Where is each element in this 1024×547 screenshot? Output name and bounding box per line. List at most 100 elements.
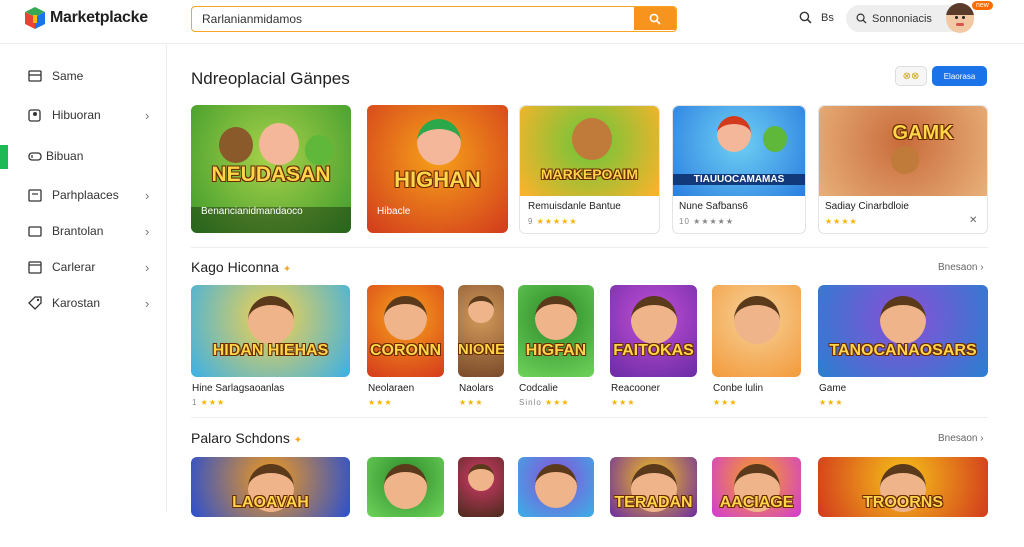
- game-artwork: HIDAN HIEHAS: [191, 285, 350, 377]
- section-divider: [191, 247, 988, 248]
- chevron-right-icon: ›: [145, 187, 150, 203]
- game-artwork: TERADAN: [610, 457, 697, 517]
- sidebar-item-hibuoran[interactable]: Hibuoran ›: [0, 101, 167, 129]
- row3-game-card[interactable]: [367, 457, 444, 547]
- card-caption: Hine Sarlagsaoanlas: [192, 383, 285, 394]
- sidebar: Same Hibuoran › Bibuan Parhplaaces › Bra…: [0, 45, 167, 512]
- row3-see-all-link[interactable]: Bnesaon ›: [938, 433, 984, 444]
- character-figure: [572, 118, 612, 160]
- sidebar-item-brantolan[interactable]: Brantolan ›: [0, 217, 167, 245]
- top-bar: Marketplacke Bs Sonnoniacis new: [0, 0, 1024, 44]
- row2-game-card[interactable]: FAITOKAS Reacooner ★★★: [610, 285, 697, 407]
- search-button[interactable]: [634, 7, 676, 30]
- row2-game-card[interactable]: HIDAN HIEHAS Hine Sarlagsaoanlas 1 ★★★: [191, 285, 350, 407]
- store-icon: [28, 189, 42, 202]
- row3-game-card[interactable]: [458, 457, 504, 547]
- game-artwork: HIGFAN: [518, 285, 594, 377]
- row2-game-card[interactable]: HIGFAN Codcalie Sinlo ★★★: [518, 285, 594, 407]
- avatar[interactable]: [946, 3, 974, 33]
- card-caption: Naolars: [459, 383, 494, 394]
- character-figure: [763, 126, 787, 152]
- game-artwork: TANOCANAOSARS: [818, 285, 988, 377]
- rating-stars: ★★★: [368, 398, 393, 407]
- card-caption: Sadiay Cinarbdloie: [825, 201, 909, 212]
- sidebar-item-label: Parhplaaces: [52, 188, 119, 202]
- row3-game-card[interactable]: TROORNS: [818, 457, 988, 547]
- rating-stars: 10 ★★★★★: [679, 217, 734, 226]
- game-art-title: HIDAN HIEHAS: [212, 342, 329, 360]
- chevron-right-icon: ›: [145, 223, 150, 239]
- game-art-title: MARKEPOAIM: [540, 166, 639, 182]
- game-art-title: TROORNS: [863, 494, 943, 512]
- game-art-title: TANOCANAOSARS: [829, 342, 977, 360]
- game-artwork: TIAUUOCAMAMAS: [673, 106, 805, 196]
- rating-stars: ★★★★: [825, 217, 858, 226]
- card-caption: Hibacle: [377, 206, 411, 217]
- sidebar-item-parhplaaces[interactable]: Parhplaaces ›: [0, 181, 167, 209]
- notification-badge: new: [972, 1, 993, 10]
- character-figure: [305, 135, 333, 165]
- filter-toggle-button[interactable]: ⊗⊗: [895, 66, 927, 86]
- character-figure: [468, 464, 494, 491]
- character-figure: [247, 296, 294, 345]
- game-art-title: GAMK: [892, 122, 954, 144]
- character-figure: [417, 119, 461, 165]
- game-art-title: FAITOKAS: [613, 342, 694, 360]
- logo[interactable]: Marketplacke: [24, 6, 148, 30]
- row3-game-card[interactable]: LAOAVAH: [191, 457, 350, 547]
- game-art-title: NEUDASAN: [211, 163, 331, 186]
- row2-game-card[interactable]: Conbe lulin ★★★: [712, 285, 801, 407]
- row3-game-card[interactable]: [518, 457, 594, 547]
- character-figure: [880, 296, 926, 345]
- row3-game-card[interactable]: TERADAN: [610, 457, 697, 547]
- row3-title: Palaro Schdons ✦: [191, 430, 303, 446]
- character-figure: [535, 464, 577, 509]
- featured-card[interactable]: NEUDASAN Benancianidmandaoco: [191, 105, 351, 233]
- header-secondary-label[interactable]: Bs: [821, 12, 834, 24]
- rating-stars: ★★★: [611, 398, 636, 407]
- rating-stars: ★★★: [713, 398, 738, 407]
- sidebar-item-label: Carlerar: [52, 260, 96, 274]
- featured-card[interactable]: HIGHAN Hibacle: [367, 105, 508, 233]
- view-all-button[interactable]: Elaorasa: [932, 66, 987, 86]
- sidebar-item-label: Hibuoran: [52, 108, 101, 122]
- row2-see-all-link[interactable]: Bnesaon ›: [938, 262, 984, 273]
- game-art-title: AACIAGE: [719, 494, 794, 512]
- game-art-title: LAOAVAH: [232, 494, 309, 512]
- header-search-icon[interactable]: [799, 11, 812, 24]
- featured-card[interactable]: MARKEPOAIM Remuisdanle Bantue 9 ★★★★★: [519, 105, 660, 234]
- row2-game-card[interactable]: NIONE Naolars ★★★: [458, 285, 504, 407]
- filter-toggle-label: ⊗⊗: [902, 70, 920, 82]
- logo-cube-icon: [24, 6, 46, 30]
- card-caption: Benancianidmandaoco: [201, 206, 303, 217]
- game-artwork: [367, 457, 444, 517]
- game-art-title: HIGHAN: [394, 167, 481, 192]
- row2-title: Kago Hiconna ✦: [191, 259, 292, 275]
- row3-game-card[interactable]: AACIAGE: [712, 457, 801, 547]
- search-bar[interactable]: [191, 6, 677, 32]
- rating-stars: ★★★: [459, 398, 484, 407]
- character-figure: [535, 296, 577, 340]
- search-input[interactable]: [192, 7, 632, 30]
- game-artwork: GAMK: [819, 106, 987, 196]
- game-artwork: AACIAGE: [712, 457, 801, 517]
- character-figure: [219, 127, 253, 163]
- sidebar-item-same[interactable]: Same: [0, 62, 167, 90]
- featured-title: Ndreoplacial Gänpes: [191, 69, 350, 88]
- character-figure: [384, 296, 427, 341]
- rating-stars: ★★★: [819, 398, 844, 407]
- row2-game-card[interactable]: TANOCANAOSARS Game ★★★: [818, 285, 988, 407]
- sidebar-item-label: Bibuan: [46, 149, 84, 163]
- card-caption: Codcalie: [519, 383, 558, 394]
- featured-card[interactable]: GAMK Sadiay Cinarbdloie ★★★★ ✕: [818, 105, 988, 234]
- card-caption: Conbe lulin: [713, 383, 764, 394]
- sidebar-item-carlerar[interactable]: Carlerar ›: [0, 253, 167, 281]
- game-artwork: [518, 457, 594, 517]
- rating-stars: 9 ★★★★★: [528, 217, 578, 226]
- sidebar-item-bibuan[interactable]: Bibuan: [0, 142, 167, 170]
- sidebar-item-label: Karostan: [52, 296, 101, 310]
- sidebar-item-karostan[interactable]: Karostan ›: [0, 289, 167, 317]
- close-icon[interactable]: ✕: [969, 215, 977, 226]
- featured-card[interactable]: TIAUUOCAMAMAS Nune Safbans6 10 ★★★★★: [672, 105, 806, 234]
- row2-game-card[interactable]: CORONN Neolaraen ★★★: [367, 285, 444, 407]
